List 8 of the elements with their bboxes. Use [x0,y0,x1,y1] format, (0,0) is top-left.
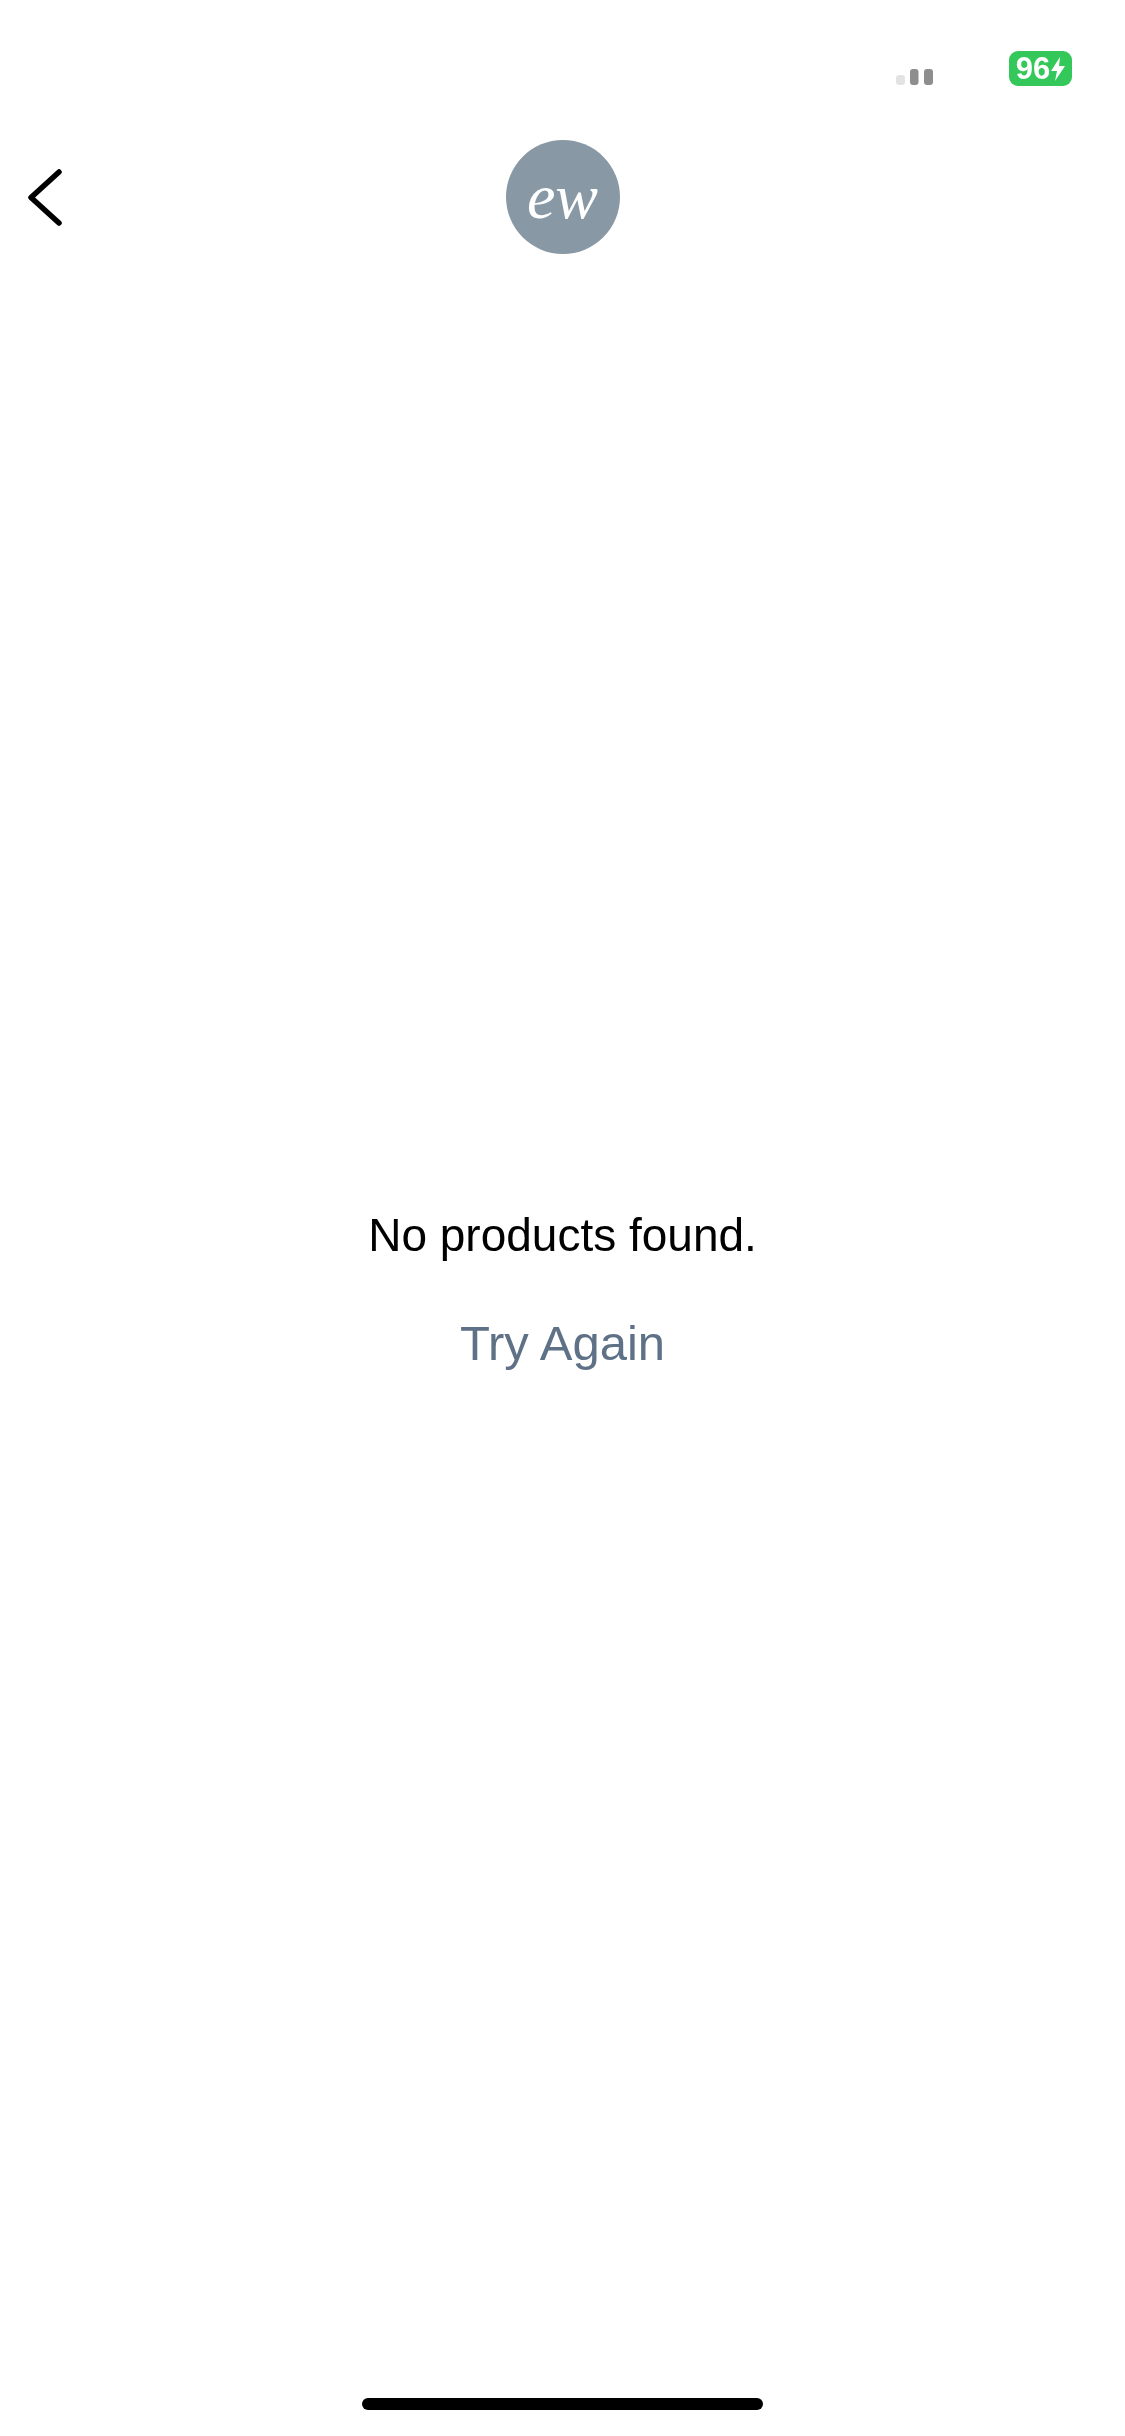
logo-monogram: ew [526,165,599,229]
back-button[interactable] [26,166,64,228]
lightning-bolt-icon [1051,56,1066,81]
empty-state-message: No products found. [368,1208,757,1262]
battery-percentage: 96 [1015,53,1051,84]
chevron-left-icon [28,168,62,226]
signal-bars-icon [896,69,933,85]
try-again-button[interactable]: Try Again [459,1314,666,1372]
